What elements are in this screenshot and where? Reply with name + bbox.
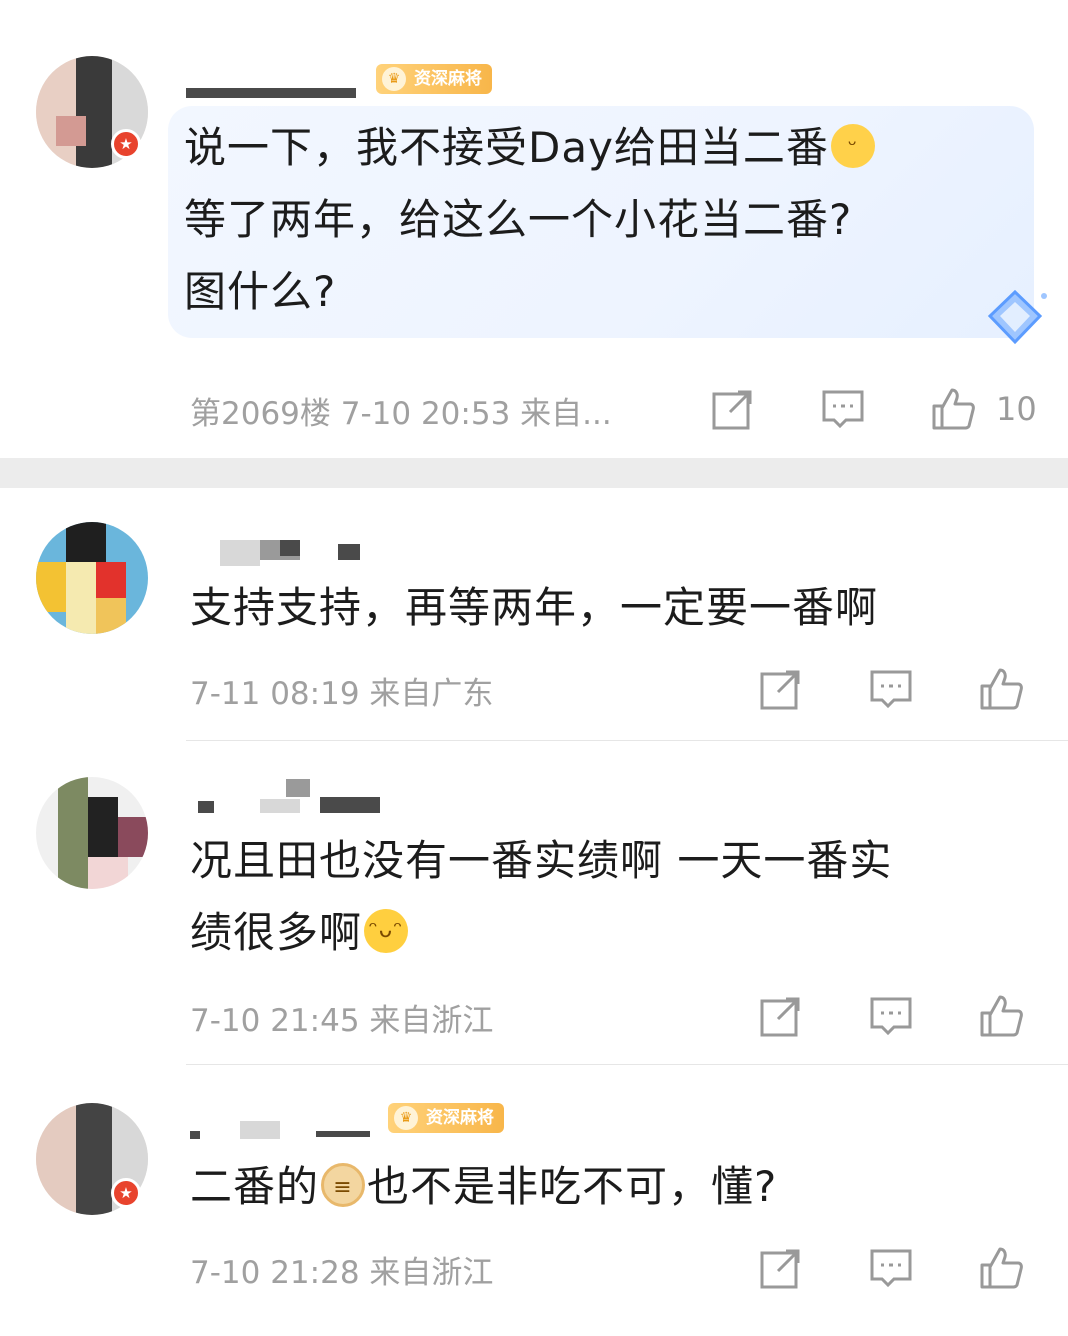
- like-icon: [980, 668, 1023, 710]
- comment-card-2: 支持支持，再等两年，一定要一番啊 7-11 08:19 来自广东: [0, 488, 1068, 740]
- reply-icon: [822, 390, 864, 429]
- like-count: 10: [996, 390, 1037, 428]
- share-icon: [760, 1249, 800, 1289]
- comment-text-1: 说一下，我不接受Day给田当二番 ᵕ 等了两年，给这么一个小花当二番? 图什么?: [184, 112, 1014, 328]
- like-icon: [932, 388, 975, 430]
- reply-button[interactable]: [820, 386, 866, 432]
- reply-button[interactable]: [868, 666, 914, 712]
- like-button[interactable]: [930, 386, 976, 432]
- vip-badge-icon: ★: [111, 1178, 141, 1208]
- comment-text-3: 况且田也没有一番实绩啊 一天一番实 绩很多啊 ᵔᴗᵔ: [190, 825, 1040, 969]
- reply-button[interactable]: [868, 1245, 914, 1291]
- vip-badge-icon: ★: [111, 129, 141, 159]
- comment-card-3: 况且田也没有一番实绩啊 一天一番实 绩很多啊 ᵔᴗᵔ 7-10 21:45 来自浙…: [0, 741, 1068, 1063]
- reply-icon: [870, 997, 912, 1036]
- comment-card-1: ★ ... ♛ 资深麻将 说一下，我不接受Day给田当二番ᵕ 等了两年，给这么一…: [0, 26, 1068, 458]
- title-badge-4[interactable]: ♛ 资深麻将: [388, 1103, 504, 1133]
- like-icon: [980, 1247, 1023, 1289]
- share-button[interactable]: [758, 1245, 804, 1291]
- like-button[interactable]: [978, 666, 1024, 712]
- comment-text-line: 等了两年，给这么一个小花当二番?: [184, 195, 853, 244]
- share-icon: [760, 670, 800, 710]
- username-3[interactable]: [190, 779, 390, 813]
- username-4[interactable]: [190, 1105, 390, 1139]
- top-strip: [0, 0, 1068, 27]
- share-button[interactable]: [710, 386, 756, 432]
- comment-text-4: 二番的 ≡ 也不是非吃不可，懂?: [190, 1151, 1040, 1223]
- username-2[interactable]: [220, 536, 370, 570]
- comment-text-line: 图什么?: [184, 267, 337, 316]
- comment-text-line: 说一下，我不接受Day给田当二番: [184, 123, 829, 172]
- gem-decoration-icon: [987, 289, 1047, 345]
- smirk-emoji-icon: ᵕ: [830, 124, 875, 168]
- like-button[interactable]: [978, 993, 1024, 1039]
- laughing-tears-emoji-icon: ᵔᴗᵔ: [364, 909, 409, 953]
- comment-text-line: 绩很多啊: [190, 908, 363, 957]
- cake-emoji-icon: ≡: [321, 1163, 366, 1207]
- reply-icon: [870, 1249, 912, 1288]
- comment-text-part: 也不是非吃不可，懂?: [367, 1162, 778, 1211]
- comment-text-part: 二番的: [190, 1162, 320, 1211]
- comment-text-2: 支持支持，再等两年，一定要一番啊: [190, 583, 879, 632]
- crown-icon: ♛: [382, 67, 406, 91]
- username-1[interactable]: ...: [186, 66, 366, 100]
- comment-text-line: 况且田也没有一番实绩啊 一天一番实: [190, 836, 893, 885]
- comment-meta-3: 7-10 21:45 来自浙江: [190, 1003, 494, 1039]
- reply-button[interactable]: [868, 993, 914, 1039]
- comment-card-4: ★ ♛ 资深麻将 二番的 ≡ 也不是非吃不可，懂? 7-10 21:28 来自浙江: [0, 1065, 1068, 1336]
- like-icon: [980, 995, 1023, 1037]
- title-badge-1[interactable]: ♛ 资深麻将: [376, 64, 492, 94]
- avatar[interactable]: [36, 777, 148, 889]
- comment-meta-1: 第2069楼 7-10 20:53 来自...: [190, 396, 612, 432]
- share-icon: [712, 390, 752, 430]
- comment-meta-2: 7-11 08:19 来自广东: [190, 676, 494, 712]
- share-button[interactable]: [758, 993, 804, 1039]
- comment-meta-4: 7-10 21:28 来自浙江: [190, 1255, 494, 1291]
- section-separator: [0, 458, 1068, 488]
- crown-icon: ♛: [394, 1106, 418, 1130]
- like-button[interactable]: [978, 1245, 1024, 1291]
- reply-icon: [870, 670, 912, 709]
- share-button[interactable]: [758, 666, 804, 712]
- avatar[interactable]: [36, 522, 148, 634]
- share-icon: [760, 997, 800, 1037]
